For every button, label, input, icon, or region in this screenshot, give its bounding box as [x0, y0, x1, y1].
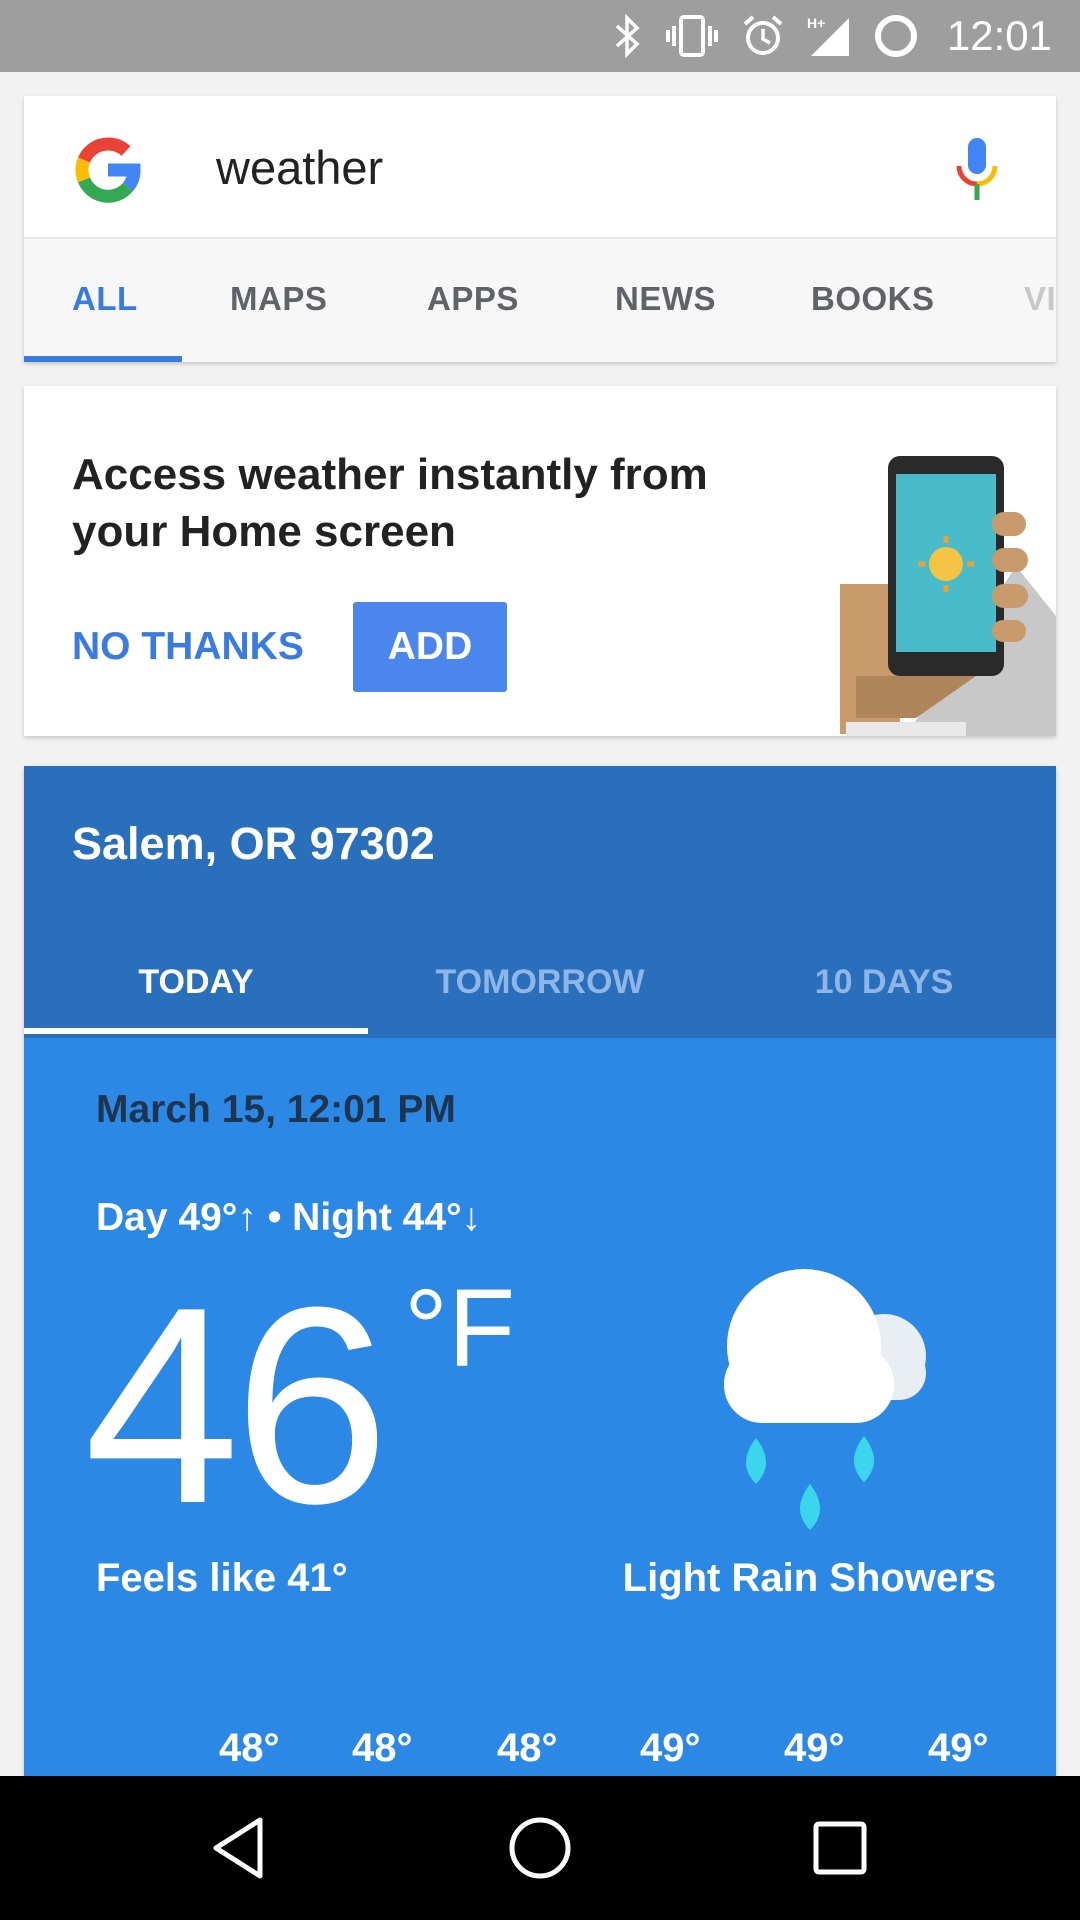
- tab-tomorrow[interactable]: TOMORROW: [368, 932, 712, 1032]
- tab-all[interactable]: ALL: [72, 239, 138, 358]
- weather-location: Salem, OR 97302: [72, 818, 435, 869]
- feels-like: Feels like 41°: [96, 1556, 348, 1600]
- promo-title: Access weather instantly from your Home …: [72, 450, 708, 556]
- recents-icon[interactable]: [804, 1812, 876, 1884]
- google-logo-icon: [70, 132, 146, 208]
- search-bar[interactable]: weather: [24, 96, 1056, 239]
- tab-news[interactable]: NEWS: [615, 239, 716, 358]
- status-icons: H+ 12:01: [613, 0, 1052, 72]
- tab-maps[interactable]: MAPS: [230, 239, 327, 358]
- battery-ring-icon: [873, 13, 919, 59]
- temperature-unit: °F: [404, 1267, 516, 1390]
- hourly-temp: 48°: [352, 1726, 413, 1770]
- hourly-temp: 49°: [928, 1726, 989, 1770]
- tab-today[interactable]: TODAY: [24, 932, 368, 1032]
- back-icon[interactable]: [204, 1812, 276, 1884]
- microphone-icon[interactable]: [954, 136, 1000, 202]
- weather-datetime: March 15, 12:01 PM: [96, 1088, 456, 1131]
- hourly-temp: 49°: [640, 1726, 701, 1770]
- tab-videos[interactable]: VI: [1024, 239, 1056, 358]
- signal-hplus-icon: H+: [807, 14, 851, 58]
- vibrate-icon: [665, 14, 719, 58]
- hourly-temp: 49°: [784, 1726, 845, 1770]
- no-thanks-button[interactable]: NO THANKS: [72, 602, 304, 692]
- active-tab-indicator: [24, 356, 182, 362]
- tab-10-days[interactable]: 10 DAYS: [712, 932, 1056, 1032]
- search-tabs: ALL MAPS APPS NEWS BOOKS VI: [24, 239, 1056, 362]
- hourly-forecast: 48° 48° 48° 49° 49° 49°: [24, 1726, 1056, 1776]
- phone-in-hand-illustration: [816, 456, 1056, 736]
- current-temperature: 46: [84, 1250, 389, 1562]
- search-card: weather ALL MAPS APPS NEWS BOOKS VI: [24, 96, 1056, 362]
- navigation-bar: [0, 1776, 1080, 1920]
- weather-tab-indicator: [24, 1028, 368, 1034]
- homescreen-promo-card: Access weather instantly from your Home …: [24, 386, 1056, 736]
- tab-books[interactable]: BOOKS: [811, 239, 935, 358]
- status-time: 12:01: [946, 12, 1052, 59]
- home-icon[interactable]: [504, 1812, 576, 1884]
- bluetooth-icon: [613, 14, 643, 58]
- weather-condition: Light Rain Showers: [622, 1556, 996, 1600]
- hourly-temp: 48°: [497, 1726, 558, 1770]
- day-night-temps: Day 49°↑ • Night 44°↓: [96, 1196, 482, 1239]
- search-input[interactable]: weather: [216, 96, 383, 239]
- hourly-temp: 48°: [219, 1726, 280, 1770]
- alarm-icon: [741, 14, 785, 58]
- weather-card: Salem, OR 97302 TODAY TOMORROW 10 DAYS M…: [24, 766, 1056, 1776]
- svg-text:H+: H+: [807, 15, 825, 31]
- add-button[interactable]: ADD: [353, 602, 507, 692]
- rain-showers-icon: [696, 1246, 956, 1546]
- weather-header: Salem, OR 97302 TODAY TOMORROW 10 DAYS: [24, 766, 1056, 1038]
- tab-apps[interactable]: APPS: [427, 239, 519, 358]
- status-bar: H+ 12:01: [0, 0, 1080, 72]
